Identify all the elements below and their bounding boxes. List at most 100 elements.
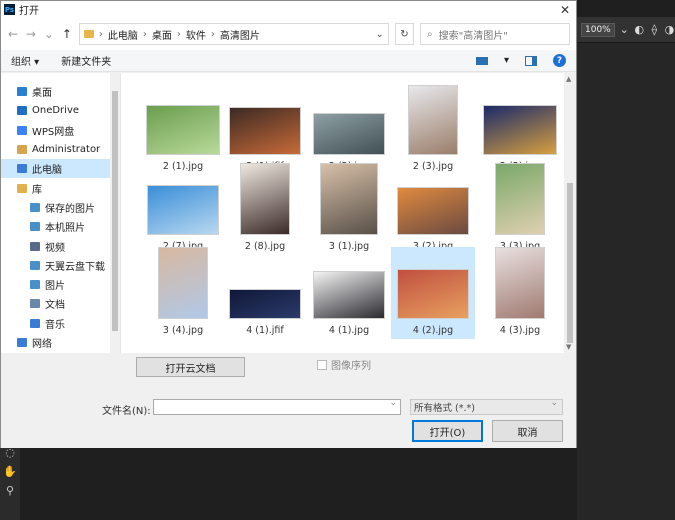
file-thumbnail xyxy=(313,113,385,155)
navigation-pane: 桌面 OneDrive WPS网盘 Administrator 此电脑库保存的图片本机照… xyxy=(1,73,121,353)
file-thumbnail xyxy=(158,247,208,319)
hand-icon[interactable]: ✋ xyxy=(3,465,17,478)
sidebar-item[interactable]: Administrator xyxy=(1,140,120,159)
refresh-icon: ↻ xyxy=(400,28,409,40)
sidebar-item[interactable]: 图片 xyxy=(1,275,120,294)
breadcrumb-item[interactable]: 桌面 xyxy=(152,27,172,42)
file-scrollbar[interactable]: ▲ ▼ xyxy=(564,73,576,353)
sidebar-item-label: 桌面 xyxy=(32,88,52,100)
sidebar-item[interactable]: 此电脑 xyxy=(1,159,120,179)
help-icon[interactable]: ? xyxy=(553,54,566,67)
scroll-down-icon[interactable]: ▼ xyxy=(566,343,571,351)
user-icon xyxy=(17,145,27,155)
dialog-titlebar: Ps 打开 ✕ xyxy=(1,1,576,18)
symmetry-icon[interactable]: ◑ xyxy=(664,23,675,36)
forward-button[interactable]: → xyxy=(25,27,37,41)
view-mode-icon[interactable] xyxy=(475,56,488,65)
file-item[interactable]: 4 (1).jfif xyxy=(223,247,307,339)
organize-button[interactable]: 组织 ▾ xyxy=(11,53,39,68)
file-type-select[interactable]: 所有格式 (*.*) xyxy=(410,398,563,415)
chevron-down-icon[interactable]: ⌄ xyxy=(619,23,630,36)
sidebar-item[interactable]: 天翼云盘下载 xyxy=(1,256,120,275)
file-thumbnail xyxy=(408,85,458,155)
sidebar-item[interactable]: 网络 xyxy=(1,333,120,352)
sidebar-item-label: 此电脑 xyxy=(32,165,62,177)
cancel-button[interactable]: 取消 xyxy=(492,420,563,442)
breadcrumb-item[interactable]: 高清图片 xyxy=(220,27,260,42)
file-item[interactable]: 2 (8).jpg xyxy=(223,163,307,255)
file-item[interactable]: 2 (2).jpg xyxy=(307,83,391,175)
breadcrumb-item[interactable]: 此电脑 xyxy=(108,27,138,42)
music-icon xyxy=(30,318,40,328)
filename-field[interactable] xyxy=(153,398,401,415)
file-item[interactable]: 4 (2).jpg xyxy=(391,247,475,339)
sidebar-item-label: 视频 xyxy=(45,242,65,254)
address-bar[interactable]: › 此电脑 › 桌面 › 软件 › 高清图片 ⌄ xyxy=(78,23,389,45)
recent-dropdown[interactable]: ⌄ xyxy=(43,27,55,41)
toggle-icon[interactable]: ◐ xyxy=(634,23,645,36)
file-item[interactable]: 2 (3).jpg xyxy=(391,83,475,175)
open-cloud-doc-button[interactable]: 打开云文档 xyxy=(136,357,245,377)
open-button[interactable]: 打开(O) xyxy=(412,420,483,442)
file-thumbnail xyxy=(397,269,469,319)
file-thumbnail xyxy=(495,247,545,319)
file-item[interactable]: 2 (1).jpg xyxy=(141,83,225,175)
file-grid: 2 (1).jpg2 (1).jfif2 (2).jpg2 (3).jpg2 (… xyxy=(121,73,576,353)
sidebar-item[interactable]: 文档 xyxy=(1,294,120,313)
file-thumbnail xyxy=(320,163,378,235)
filename-label: 文件名(N): xyxy=(102,406,151,417)
video-icon xyxy=(30,241,40,251)
sidebar-item[interactable]: 桌面 xyxy=(1,82,120,101)
chevron-down-icon[interactable]: ⌄ xyxy=(375,29,383,40)
image-sequence-option[interactable]: 图像序列 xyxy=(317,357,371,372)
download-icon xyxy=(30,260,40,270)
file-thumbnail xyxy=(495,163,545,235)
address-row: ← → ⌄ ↑ › 此电脑 › 桌面 › 软件 › 高清图片 ⌄ ↻ ⌕ 搜索"… xyxy=(1,18,576,50)
file-name: 4 (1).jpg xyxy=(328,325,370,336)
nav-scrollbar[interactable] xyxy=(110,73,120,353)
scroll-up-icon[interactable]: ▲ xyxy=(566,75,571,83)
sidebar-item[interactable]: WPS网盘 xyxy=(1,121,120,140)
sidebar-item[interactable]: 保存的图片 xyxy=(1,198,120,217)
preview-pane-icon[interactable] xyxy=(525,55,537,66)
file-name: 4 (2).jpg xyxy=(412,325,454,336)
zoom-field[interactable]: 100% xyxy=(581,22,615,37)
breadcrumb-item[interactable]: 软件 xyxy=(186,27,206,42)
sidebar-item-label: Administrator xyxy=(32,144,101,156)
sidebar-item[interactable]: 视频 xyxy=(1,236,120,255)
file-item[interactable]: 2 (7).jpg xyxy=(141,163,225,255)
sidebar-item-label: 图片 xyxy=(45,281,65,293)
up-button[interactable]: ↑ xyxy=(61,27,73,41)
back-button[interactable]: ← xyxy=(7,27,19,41)
close-icon[interactable]: ✕ xyxy=(554,3,576,17)
sidebar-item-label: 文档 xyxy=(45,300,65,312)
photoshop-logo-icon: Ps xyxy=(4,4,15,15)
file-thumbnail xyxy=(240,163,290,235)
sidebar-item[interactable]: 音乐 xyxy=(1,314,120,333)
file-item[interactable]: 3 (4).jpg xyxy=(141,247,225,339)
file-item[interactable]: 2 (1).jfif xyxy=(223,83,307,175)
file-name: 3 (4).jpg xyxy=(162,325,204,336)
new-folder-button[interactable]: 新建文件夹 xyxy=(61,53,111,68)
sidebar-item[interactable]: OneDrive xyxy=(1,101,120,120)
sidebar-item-label: 保存的图片 xyxy=(45,203,95,215)
refresh-button[interactable]: ↻ xyxy=(394,23,414,45)
open-file-dialog: Ps 打开 ✕ ← → ⌄ ↑ › 此电脑 › 桌面 › 软件 › 高清图片 ⌄… xyxy=(0,0,577,448)
image-sequence-checkbox[interactable] xyxy=(317,359,327,370)
file-item[interactable]: 3 (3).jpg xyxy=(478,163,562,255)
brush-angle-icon[interactable]: ⟠ xyxy=(649,23,660,36)
file-item[interactable]: 4 (3).jpg xyxy=(478,247,562,339)
file-item[interactable]: 3 (1).jpg xyxy=(307,163,391,255)
sidebar-item[interactable]: 库 xyxy=(1,178,120,197)
photoshop-canvas-area xyxy=(577,43,675,520)
zoom-icon[interactable]: ⚲ xyxy=(6,484,14,497)
file-item[interactable]: 3 (2).jpg xyxy=(391,163,475,255)
file-item[interactable]: 4 (1).jpg xyxy=(307,247,391,339)
search-input[interactable]: ⌕ 搜索"高清图片" xyxy=(419,23,570,45)
sidebar-item[interactable]: 本机照片 xyxy=(1,217,120,236)
chevron-down-icon[interactable]: ▾ xyxy=(504,55,509,66)
dialog-body: 桌面 OneDrive WPS网盘 Administrator 此电脑库保存的图片本机照… xyxy=(1,73,576,353)
file-item[interactable]: 2 (5).jpg xyxy=(478,83,562,175)
dialog-title: 打开 xyxy=(19,6,39,17)
file-name: 4 (1).jfif xyxy=(246,325,284,336)
